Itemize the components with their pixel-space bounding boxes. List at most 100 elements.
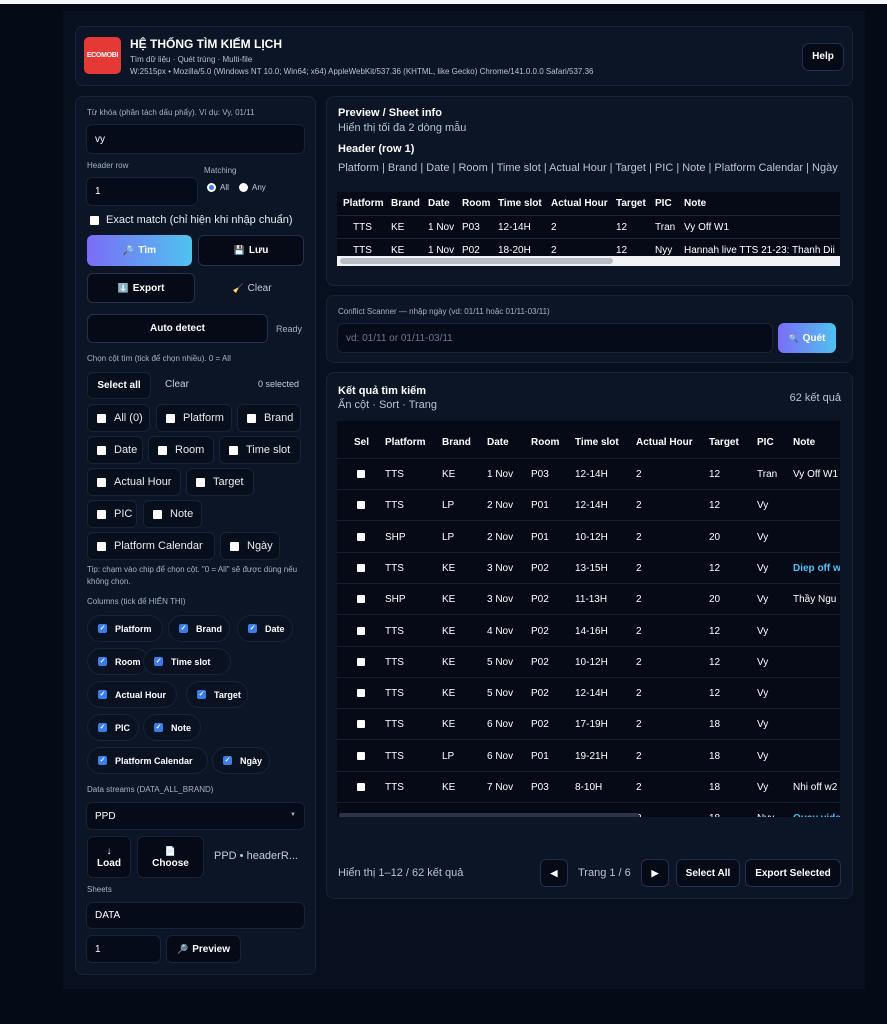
export-button[interactable]: ⬇️ Export: [87, 273, 195, 303]
col-header-time-slot[interactable]: Time slot: [575, 437, 619, 448]
search-col-chip-all[interactable]: All (0): [87, 404, 150, 432]
search-col-chip-target[interactable]: Target: [186, 468, 254, 496]
display-col-chip-ngay[interactable]: ✓ Ngày: [212, 747, 270, 774]
radio-unselected-icon: [239, 183, 248, 192]
cell: 12: [709, 562, 721, 574]
row-select-checkbox[interactable]: [357, 563, 365, 572]
exact-match-checkbox[interactable]: Exact match (chỉ hiện khi nhập chuẩn): [90, 214, 293, 226]
arrow-down-icon: ↓: [106, 845, 112, 857]
cell: KE: [442, 594, 456, 606]
scanner-date-input[interactable]: vd: 01/11 or 01/11-03/11: [337, 323, 773, 353]
export-selected-button[interactable]: Export Selected: [745, 859, 841, 887]
row-select-checkbox[interactable]: [357, 595, 365, 604]
search-col-chip-time-slot[interactable]: Time slot: [219, 436, 301, 464]
col-header-room[interactable]: Room: [531, 437, 559, 448]
col-header-brand[interactable]: Brand: [442, 437, 471, 448]
search-col-chip-room[interactable]: Room: [148, 436, 214, 464]
row-select-checkbox[interactable]: [357, 657, 365, 666]
sheet-row-input[interactable]: 1: [86, 935, 161, 963]
row-select-checkbox[interactable]: [357, 783, 365, 791]
display-col-chip-actual-hour[interactable]: ✓ Actual Hour: [87, 681, 177, 708]
auto-detect-button[interactable]: Auto detect: [87, 314, 268, 343]
row-select-checkbox[interactable]: [357, 689, 365, 698]
display-col-chip-platform-calendar[interactable]: ✓ Platform Calendar: [87, 747, 208, 774]
match-all-radio[interactable]: All: [207, 183, 229, 192]
choose-file-button[interactable]: 📄 Choose: [137, 836, 204, 878]
load-button[interactable]: ↓ Load: [87, 836, 131, 878]
preview-button[interactable]: 🔎 Preview: [166, 935, 241, 963]
display-col-chip-platform[interactable]: ✓ Platform: [87, 615, 163, 642]
cell: SHP: [385, 531, 406, 543]
row-select-checkbox[interactable]: [357, 751, 365, 760]
search-columns-label: Chọn cột tìm (tick để chọn nhiều). 0 = A…: [87, 354, 231, 363]
results-scrollbar-thumb[interactable]: [339, 813, 639, 817]
note-link[interactable]: Quay vide: [793, 813, 840, 817]
note-link[interactable]: Diep off w: [793, 563, 840, 574]
cell: LP: [442, 750, 455, 762]
col-header-note[interactable]: Note: [793, 437, 815, 448]
search-col-chip-platform[interactable]: Platform: [156, 404, 232, 432]
row-select-checkbox[interactable]: [357, 532, 365, 541]
display-col-chip-room[interactable]: ✓ Room: [87, 648, 149, 675]
col-header: Actual Hour: [551, 198, 608, 209]
cell: 2: [551, 222, 557, 233]
checkbox-icon: [166, 413, 175, 423]
search-col-chip-platform-calendar[interactable]: Platform Calendar: [87, 532, 215, 560]
help-button[interactable]: Help: [802, 43, 844, 71]
data-stream-select[interactable]: PPD ▼: [86, 802, 305, 830]
results-table-row: TTS LP 2 Nov P01 12-14H 2 12 Vy: [337, 490, 840, 522]
scan-button[interactable]: 🔍 Quét: [778, 323, 836, 353]
horizontal-scrollbar[interactable]: [337, 256, 840, 266]
chip-label: Platform Calendar: [114, 540, 203, 552]
clear-button-label: Clear: [247, 282, 272, 294]
col-header-date[interactable]: Date: [487, 437, 509, 448]
col-header: Target: [616, 198, 646, 209]
check-icon: ✓: [98, 756, 107, 765]
col-header-target[interactable]: Target: [709, 437, 739, 448]
matching-label: Matching: [204, 166, 237, 175]
match-any-radio[interactable]: Any: [239, 183, 266, 192]
cell: 2: [636, 500, 642, 512]
search-col-chip-pic[interactable]: PIC: [87, 500, 137, 528]
cell: P01: [531, 500, 549, 512]
results-panel: Kết quả tìm kiếm Ẩn cột · Sort · Trang 6…: [326, 372, 853, 899]
search-col-chip-ngay[interactable]: Ngày: [220, 532, 280, 560]
search-col-chip-date[interactable]: Date: [87, 436, 143, 464]
header-row-input[interactable]: 1: [86, 177, 198, 206]
display-col-chip-brand[interactable]: ✓ Brand: [168, 615, 230, 642]
display-col-chip-target[interactable]: ✓ Target: [186, 681, 248, 708]
clear-columns-button[interactable]: Clear: [165, 379, 189, 390]
search-col-chip-brand[interactable]: Brand: [237, 404, 301, 432]
search-col-chip-actual-hour[interactable]: Actual Hour: [87, 468, 181, 496]
next-page-button[interactable]: ▶: [641, 859, 669, 887]
prev-page-button[interactable]: ◀: [540, 859, 568, 887]
exact-match-label: Exact match (chỉ hiện khi nhập chuẩn): [106, 214, 293, 226]
display-col-chip-pic[interactable]: ✓ PIC: [87, 714, 139, 741]
display-col-chip-time-slot[interactable]: ✓ Time slot: [143, 648, 231, 675]
cell: 5 Nov: [487, 688, 514, 700]
search-col-chip-note[interactable]: Note: [143, 500, 202, 528]
display-col-chip-note[interactable]: ✓ Note: [143, 714, 201, 741]
find-button[interactable]: 🔎 Tìm: [87, 235, 192, 266]
chip-label: Actual Hour: [115, 689, 167, 700]
clear-button[interactable]: 🧹 Clear: [200, 273, 304, 303]
save-button[interactable]: 💾 Lưu: [198, 235, 304, 266]
row-select-checkbox[interactable]: [357, 720, 365, 729]
col-header: Room: [462, 198, 491, 209]
col-header-actual-hour[interactable]: Actual Hour: [636, 437, 693, 448]
select-all-columns-button[interactable]: Select all: [87, 372, 151, 399]
cell: 11-13H: [575, 594, 608, 606]
scrollbar-thumb[interactable]: [340, 258, 613, 264]
col-header: PIC: [655, 198, 672, 209]
cell: 2: [636, 531, 642, 543]
display-col-chip-date[interactable]: ✓ Date: [237, 615, 293, 642]
sheet-name-input[interactable]: DATA: [86, 902, 305, 929]
select-all-results-button[interactable]: Select All: [676, 859, 740, 887]
row-select-checkbox[interactable]: [357, 470, 365, 478]
row-select-checkbox[interactable]: [357, 626, 365, 635]
col-header-sel[interactable]: Sel: [354, 437, 369, 448]
col-header-platform[interactable]: Platform: [385, 437, 426, 448]
keyword-input[interactable]: vy: [86, 124, 305, 154]
row-select-checkbox[interactable]: [357, 501, 365, 510]
col-header-pic[interactable]: PIC: [757, 437, 774, 448]
